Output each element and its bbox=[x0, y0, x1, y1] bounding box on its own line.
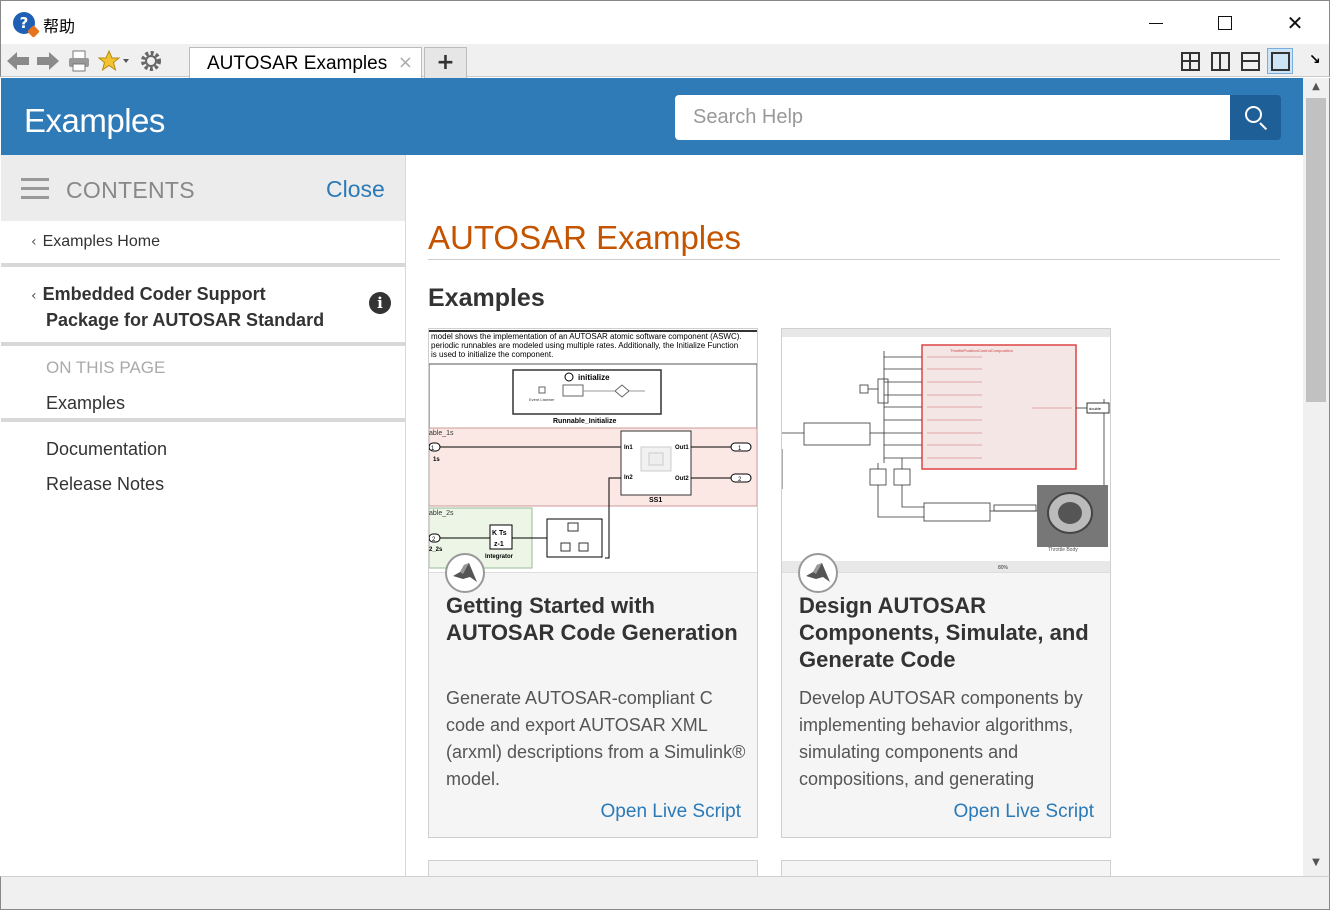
thumb-init-subsystem: Runnable_Initialize bbox=[553, 418, 617, 425]
documentation-link[interactable]: Documentation bbox=[46, 439, 167, 460]
thumb-zoom: 80% bbox=[998, 565, 1009, 571]
examples-home-label: Examples Home bbox=[42, 233, 160, 250]
vertical-scrollbar[interactable]: ▲ ▼ bbox=[1303, 78, 1330, 876]
pin-icon[interactable]: ↘ bbox=[1309, 52, 1321, 68]
model-thumbnail: 80% ThrottlePositionControlComposition d… bbox=[782, 329, 1110, 573]
thumb-event-listener: Event Listener bbox=[529, 397, 555, 402]
page-title: AUTOSAR Examples bbox=[428, 219, 741, 256]
thumb-composition: ThrottlePositionControlComposition bbox=[950, 348, 1013, 353]
model-thumbnail: model shows the implementation of an AUT… bbox=[429, 329, 757, 573]
thumb-throttle-body: Throttle Body bbox=[1048, 547, 1078, 553]
thumb-caption-1: model shows the implementation of an AUT… bbox=[431, 332, 742, 341]
section-title: Examples bbox=[428, 284, 545, 312]
tab-autosar-examples[interactable]: AUTOSAR Examples × bbox=[189, 47, 422, 78]
maximize-button[interactable] bbox=[1190, 1, 1260, 45]
favorites-star-icon[interactable] bbox=[97, 49, 131, 73]
browser-toolbar: AUTOSAR Examples × + ↘ bbox=[0, 44, 1330, 78]
thumb-out2: Out2 bbox=[675, 476, 689, 482]
title-rule bbox=[428, 259, 1280, 260]
back-arrow-icon[interactable] bbox=[6, 49, 30, 73]
info-icon[interactable]: i bbox=[369, 292, 391, 314]
close-window-button[interactable]: ✕ bbox=[1260, 1, 1330, 45]
example-card-partial[interactable] bbox=[428, 860, 758, 876]
forward-arrow-icon[interactable] bbox=[36, 49, 60, 73]
thumb-port-2s: 2_2s bbox=[429, 547, 443, 553]
release-notes-link[interactable]: Release Notes bbox=[46, 474, 164, 495]
thumb-runnable2: able_2s bbox=[429, 510, 454, 517]
search-input[interactable] bbox=[675, 95, 1230, 140]
thumb-in2: In2 bbox=[624, 475, 633, 481]
minimize-button[interactable] bbox=[1121, 1, 1191, 45]
window-title: 帮助 bbox=[43, 17, 76, 36]
card-description: Develop AUTOSAR components by implementi… bbox=[799, 688, 1083, 789]
divider bbox=[1, 342, 405, 346]
chevron-left-icon: ‹ bbox=[31, 234, 37, 250]
layout-vertical-split-button[interactable] bbox=[1207, 48, 1233, 74]
help-header: Examples bbox=[1, 78, 1303, 155]
single-pane-icon bbox=[1270, 51, 1290, 71]
minimize-icon bbox=[1149, 22, 1163, 24]
thumb-kts: K Ts bbox=[492, 530, 507, 537]
horizontal-split-icon bbox=[1240, 51, 1260, 71]
divider bbox=[1, 263, 405, 267]
hamburger-menu-icon[interactable] bbox=[21, 178, 49, 200]
layout-horizontal-split-button[interactable] bbox=[1237, 48, 1263, 74]
card-title[interactable]: Design AUTOSAR Components, Simulate, and… bbox=[799, 592, 1099, 673]
contents-label: CONTENTS bbox=[66, 177, 195, 203]
thumb-init-label: initialize bbox=[578, 373, 610, 382]
thumb-double: double bbox=[1089, 406, 1102, 411]
chevron-left-icon: ‹ bbox=[31, 288, 37, 304]
matlab-logo-icon bbox=[798, 553, 838, 593]
print-icon[interactable] bbox=[67, 49, 91, 73]
main-content: AUTOSAR Examples Examples model shows th… bbox=[407, 155, 1303, 876]
tab-close-icon[interactable]: × bbox=[398, 52, 413, 73]
examples-home-link[interactable]: ‹ Examples Home bbox=[31, 233, 160, 251]
thumb-ss1: SS1 bbox=[649, 497, 662, 504]
search-button[interactable] bbox=[1230, 95, 1281, 140]
example-card[interactable]: 80% ThrottlePositionControlComposition d… bbox=[781, 328, 1111, 838]
thumb-port-1s: 1s bbox=[433, 457, 440, 463]
thumb-zminus: z-1 bbox=[494, 541, 504, 548]
thumb-out1: Out1 bbox=[675, 445, 689, 451]
thumb-caption-3: is used to initialize the component. bbox=[431, 350, 553, 359]
header-title: Examples bbox=[24, 102, 165, 139]
add-tab-button[interactable]: + bbox=[424, 47, 467, 78]
parent-line2: Package for AUTOSAR Standard bbox=[46, 310, 325, 330]
contents-sidebar: CONTENTS Close ‹ Examples Home ‹ Embedded … bbox=[1, 155, 406, 876]
settings-gear-icon[interactable] bbox=[139, 49, 163, 73]
scroll-up-arrow-icon[interactable]: ▲ bbox=[1303, 78, 1329, 96]
matlab-logo-icon bbox=[445, 553, 485, 593]
on-page-item-examples[interactable]: Examples bbox=[46, 393, 125, 414]
layout-single-button[interactable] bbox=[1267, 48, 1293, 74]
vertical-split-icon bbox=[1210, 51, 1230, 71]
open-live-script-link[interactable]: Open Live Script bbox=[601, 801, 741, 823]
parent-line1: Embedded Coder Support bbox=[42, 284, 266, 304]
example-card[interactable]: model shows the implementation of an AUT… bbox=[428, 328, 758, 838]
tab-label: AUTOSAR Examples bbox=[207, 53, 388, 74]
scrollbar-thumb[interactable] bbox=[1306, 98, 1326, 402]
thumb-in1: In1 bbox=[624, 445, 633, 451]
status-bar bbox=[0, 876, 1330, 910]
example-card-partial[interactable] bbox=[781, 860, 1111, 876]
contents-header: CONTENTS Close bbox=[1, 155, 405, 221]
open-live-script-link[interactable]: Open Live Script bbox=[954, 801, 1094, 823]
card-title[interactable]: Getting Started with AUTOSAR Code Genera… bbox=[446, 592, 746, 646]
card-description: Generate AUTOSAR-compliant C code and ex… bbox=[446, 688, 746, 789]
grid-layout-icon bbox=[1180, 51, 1200, 71]
thumb-caption-2: periodic runnables are modeled using mul… bbox=[431, 341, 738, 350]
thumb-runnable1: able_1s bbox=[429, 430, 454, 437]
help-question-icon: ? bbox=[13, 12, 35, 34]
layout-grid-button[interactable] bbox=[1177, 48, 1203, 74]
thumb-integrator: Integrator bbox=[485, 554, 514, 560]
close-contents-link[interactable]: Close bbox=[326, 176, 385, 203]
search-icon bbox=[1245, 106, 1262, 123]
divider bbox=[1, 418, 405, 422]
on-this-page-heading: ON THIS PAGE bbox=[46, 358, 166, 377]
scroll-down-arrow-icon[interactable]: ▼ bbox=[1303, 854, 1329, 872]
maximize-icon bbox=[1218, 16, 1232, 30]
window-titlebar: ? 帮助 ✕ bbox=[0, 0, 1330, 44]
parent-product-link[interactable]: ‹ Embedded Coder Support Package for AUTO… bbox=[31, 281, 351, 333]
search-box bbox=[675, 95, 1230, 140]
